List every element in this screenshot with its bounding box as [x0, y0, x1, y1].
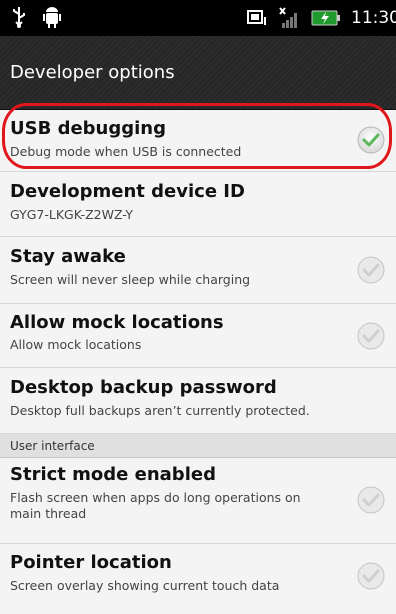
setting-title: Stay awake: [10, 246, 126, 267]
section-header-user-interface: User interface: [0, 434, 396, 458]
setting-title: Desktop backup password: [10, 377, 277, 398]
strict-mode-row[interactable]: Strict mode enabled Flash screen when ap…: [0, 458, 396, 544]
check-icon: [357, 562, 385, 590]
setting-summary: Screen overlay showing current touch dat…: [10, 578, 280, 593]
pointer-location-checkbox[interactable]: [356, 561, 386, 591]
status-bar: 11:30: [0, 0, 396, 36]
usb-icon: [10, 6, 28, 28]
debug-android-icon: [42, 6, 62, 28]
stay-awake-checkbox[interactable]: [356, 255, 386, 285]
setting-title: Strict mode enabled: [10, 464, 216, 485]
signal-icon: [277, 6, 301, 30]
allow-mock-locations-checkbox[interactable]: [356, 321, 386, 351]
setting-summary: Desktop full backups aren’t currently pr…: [10, 403, 310, 418]
setting-title: Allow mock locations: [10, 312, 224, 333]
setting-summary: Allow mock locations: [10, 337, 142, 352]
setting-title: USB debugging: [10, 118, 166, 139]
strict-mode-checkbox[interactable]: [356, 485, 386, 515]
page-title: Developer options: [10, 62, 175, 83]
stay-awake-row[interactable]: Stay awake Screen will never sleep while…: [0, 237, 396, 304]
settings-list: USB debugging Debug mode when USB is con…: [0, 110, 396, 614]
pointer-location-row[interactable]: Pointer location Screen overlay showing …: [0, 544, 396, 614]
battery-icon: [311, 9, 341, 27]
desktop-backup-password-row[interactable]: Desktop backup password Desktop full bac…: [0, 368, 396, 434]
title-bar: Developer options: [0, 36, 396, 110]
check-icon: [357, 126, 385, 154]
setting-summary: GYG7-LKGK-Z2WZ-Y: [10, 207, 133, 222]
check-icon: [357, 486, 385, 514]
setting-summary: Debug mode when USB is connected: [10, 144, 242, 159]
setting-summary-line-2: main thread: [10, 506, 87, 521]
development-device-id-row[interactable]: Development device ID GYG7-LKGK-Z2WZ-Y: [0, 172, 396, 237]
allow-mock-locations-row[interactable]: Allow mock locations Allow mock location…: [0, 304, 396, 368]
clock: 11:30: [351, 8, 396, 28]
setting-summary: Screen will never sleep while charging: [10, 272, 251, 287]
check-icon: [357, 256, 385, 284]
usb-debugging-checkbox[interactable]: [356, 125, 386, 155]
setting-title: Pointer location: [10, 552, 172, 573]
notification-icon: [247, 7, 267, 29]
setting-title: Development device ID: [10, 181, 245, 202]
setting-summary-line-1: Flash screen when apps do long operation…: [10, 490, 301, 505]
usb-debugging-row[interactable]: USB debugging Debug mode when USB is con…: [0, 110, 396, 172]
check-icon: [357, 322, 385, 350]
